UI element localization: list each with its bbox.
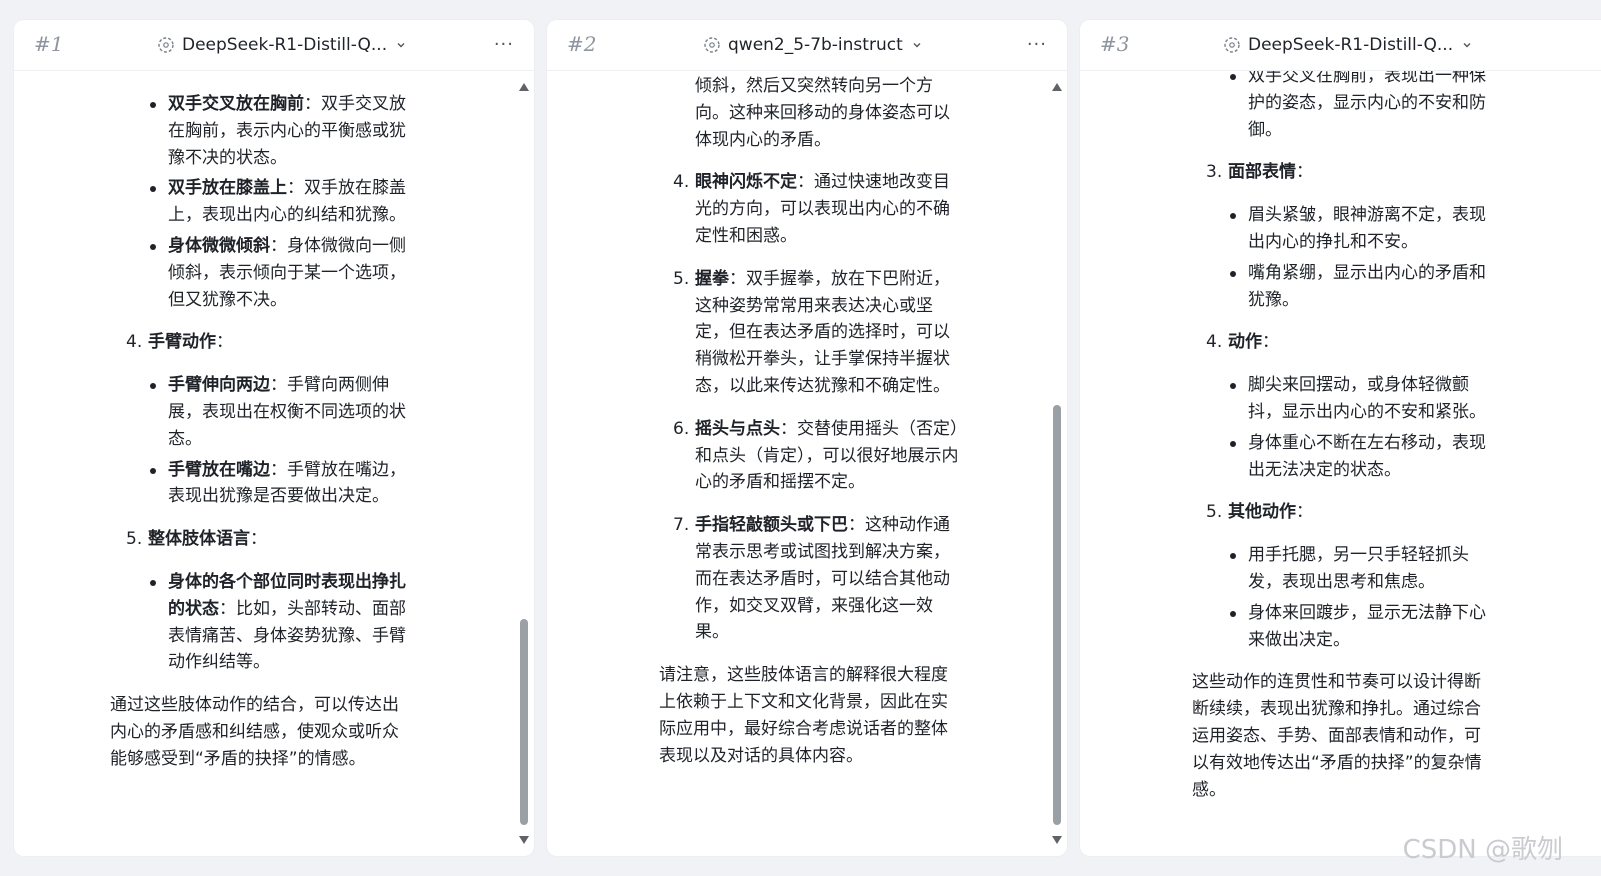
scroll-down-arrow-icon[interactable]: [519, 836, 529, 844]
list-item: 手臂放在嘴边：手臂放在嘴边，表现出犹豫是否要做出决定。: [146, 457, 416, 511]
list-item: 双手交叉在胸前，表现出一种保护的姿态，显示内心的不安和防御。: [1226, 71, 1496, 143]
response-content: 双手交叉放在胸前：双手交叉放在胸前，表示内心的平衡感或犹豫不决的状态。 双手放在…: [110, 91, 416, 773]
compare-panel-2: #2 qwen2_5-7b-instruct ··· 倾斜，然后又突然转向另一个…: [547, 20, 1067, 856]
chevron-down-icon: [397, 43, 405, 48]
section-heading: 3. 面部表情：: [1206, 162, 1313, 183]
scroll-down-arrow-icon[interactable]: [1052, 836, 1062, 844]
scrollbar[interactable]: [518, 79, 530, 848]
list-item: 身体重心不断在左右移动，表现出无法决定的状态。: [1226, 430, 1496, 484]
numbered-item: 5. 握拳：双手握拳，放在下巴附近，这种姿势常常用来表达决心或坚定，但在表达矛盾的…: [673, 268, 950, 396]
list-item: 身体微微倾斜：身体微微向一侧倾斜，表示倾向于某一个选项，但又犹豫不决。: [146, 233, 416, 313]
scroll-up-arrow-icon[interactable]: [1052, 83, 1062, 91]
panel-header: #3 DeepSeek-R1-Distill-Q... ···: [1080, 20, 1601, 71]
panel-number: #2: [567, 32, 597, 56]
list-item: 脚尖来回摆动，或身体轻微颤抖，显示出内心的不安和紧张。: [1226, 372, 1496, 426]
list-item: 身体来回踱步，显示无法静下心来做出决定。: [1226, 600, 1496, 654]
scroll-up-arrow-icon[interactable]: [519, 83, 529, 91]
panel-body[interactable]: 双手交叉放在胸前：双手交叉放在胸前，表示内心的平衡感或犹豫不决的状态。 双手放在…: [14, 71, 534, 856]
summary-paragraph: 请注意，这些肢体语言的解释很大程度上依赖于上下文和文化背景，因此在实际应用中，最…: [659, 665, 948, 766]
summary-paragraph: 这些动作的连贯性和节奏可以设计得断断续续，表现出犹豫和挣扎。通过综合运用姿态、手…: [1192, 672, 1482, 800]
numbered-item: 6. 摇头与点头：交替使用摇头（否定）和点头（肯定），可以很好地展示内心的矛盾和摇…: [673, 418, 959, 493]
list-item: 双手交叉放在胸前：双手交叉放在胸前，表示内心的平衡感或犹豫不决的状态。: [146, 91, 416, 171]
model-logo-icon: [704, 37, 720, 53]
model-selector[interactable]: DeepSeek-R1-Distill-Q...: [156, 34, 407, 56]
continued-text: 倾斜，然后又突然转向另一个方向。这种来回移动的身体姿态可以体现内心的矛盾。: [695, 76, 950, 150]
model-selector[interactable]: qwen2_5-7b-instruct: [702, 34, 923, 56]
panel-number: #3: [1100, 32, 1130, 56]
panel-header: #2 qwen2_5-7b-instruct ···: [547, 20, 1067, 71]
scrollbar[interactable]: [1051, 79, 1063, 848]
section-heading: 5. 整体肢体语言：: [126, 529, 267, 550]
more-options-icon[interactable]: ···: [494, 34, 514, 55]
numbered-item: 7. 手指轻敲额头或下巴：这种动作通常表示思考或试图找到解决方案，而在表达矛盾时，…: [673, 515, 950, 643]
panel-body[interactable]: 双手交叉在胸前，表现出一种保护的姿态，显示内心的不安和防御。 3. 面部表情： 眉…: [1080, 71, 1601, 856]
panel-body[interactable]: 倾斜，然后又突然转向另一个方向。这种来回移动的身体姿态可以体现内心的矛盾。 4.…: [547, 71, 1067, 856]
numbered-item: 4. 眼神闪烁不定：通过快速地改变目光的方向，可以表现出内心的不确定性和困惑。: [673, 172, 950, 246]
section-heading: 5. 其他动作：: [1206, 502, 1313, 523]
model-name: DeepSeek-R1-Distill-Q...: [182, 35, 388, 55]
summary-paragraph: 通过这些肢体动作的结合，可以传达出内心的矛盾感和纠结感，使观众或听众能够感受到“…: [110, 695, 399, 769]
compare-panel-3: #3 DeepSeek-R1-Distill-Q... ··· 双手交叉在胸前，…: [1080, 20, 1601, 856]
scrollbar-thumb[interactable]: [520, 619, 528, 825]
model-name: DeepSeek-R1-Distill-Q...: [1248, 35, 1454, 55]
model-logo-icon: [1224, 37, 1240, 53]
model-name: qwen2_5-7b-instruct: [728, 35, 903, 55]
section-heading: 4. 手臂动作：: [126, 332, 233, 353]
model-selector[interactable]: DeepSeek-R1-Distill-Q...: [1222, 34, 1473, 56]
list-item: 双手放在膝盖上：双手放在膝盖上，表现出内心的纠结和犹豫。: [146, 175, 416, 229]
list-item: 身体的各个部位同时表现出挣扎的状态：比如，头部转动、面部表情痛苦、身体姿势犹豫、…: [146, 569, 416, 676]
response-content: 双手交叉在胸前，表现出一种保护的姿态，显示内心的不安和防御。 3. 面部表情： 眉…: [1192, 71, 1496, 803]
chevron-down-icon: [913, 43, 921, 48]
list-item: 嘴角紧绷，显示出内心的矛盾和犹豫。: [1226, 260, 1496, 314]
watermark: CSDN @歌刎: [1402, 835, 1563, 865]
model-logo-icon: [158, 37, 174, 53]
more-options-icon[interactable]: ···: [1027, 34, 1047, 55]
response-content: 倾斜，然后又突然转向另一个方向。这种来回移动的身体姿态可以体现内心的矛盾。 4.…: [659, 73, 963, 769]
list-item: 用手托腮，另一只手轻轻抓头发，表现出思考和焦虑。: [1226, 542, 1496, 596]
panel-number: #1: [34, 32, 64, 56]
list-item: 手臂伸向两边：手臂向两侧伸展，表现出在权衡不同选项的状态。: [146, 372, 416, 452]
panel-header: #1 DeepSeek-R1-Distill-Q... ···: [14, 20, 534, 71]
section-heading: 4. 动作：: [1206, 332, 1279, 353]
list-item: 眉头紧皱，眼神游离不定，表现出内心的挣扎和不安。: [1226, 202, 1496, 256]
compare-panel-1: #1 DeepSeek-R1-Distill-Q... ··· 双手交叉放在胸前…: [14, 20, 534, 856]
scrollbar-thumb[interactable]: [1053, 405, 1061, 825]
chevron-down-icon: [1463, 43, 1471, 48]
